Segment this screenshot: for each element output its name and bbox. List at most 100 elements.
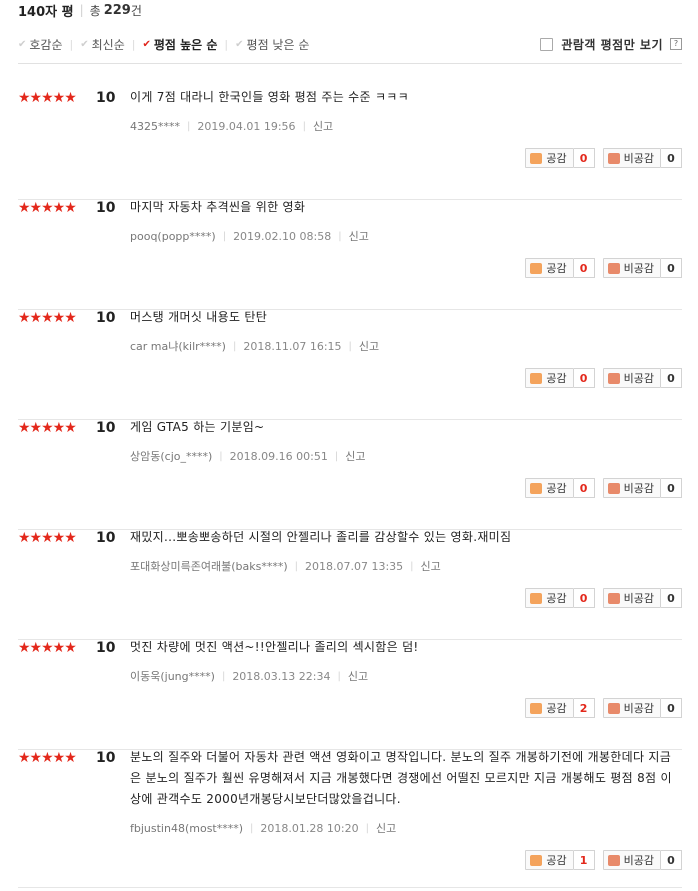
- like-label: 공감: [546, 372, 567, 385]
- thumbs-down-icon: [607, 854, 620, 866]
- sort-option-label: 호감순: [29, 37, 63, 52]
- sort-option-low-score[interactable]: ✔ 평점 낮은 순: [235, 36, 309, 53]
- dislike-button[interactable]: 비공감: [602, 368, 661, 388]
- like-button[interactable]: 공감: [525, 588, 574, 608]
- review-text: 분노의 질주와 더불어 자동차 관련 액션 영화이고 명작입니다. 분노의 질주…: [130, 750, 672, 806]
- review-panel: 140자 평 | 총 229 건 ✔ 호감순 | ✔ 최신순 | ✔ 평점 높은…: [0, 0, 698, 891]
- like-count: 2: [573, 698, 595, 718]
- like-count: 0: [573, 478, 595, 498]
- like-count: 0: [573, 258, 595, 278]
- report-link[interactable]: 신고: [376, 820, 396, 836]
- dislike-label: 비공감: [623, 854, 654, 867]
- list-top-divider: [18, 63, 682, 64]
- review-item: ★★★★★ 10 마지막 자동차 추격씬을 위한 영화 pooq(popp****) |…: [18, 200, 682, 310]
- thumbs-down-icon: [607, 702, 620, 714]
- meta-divider: |: [294, 560, 298, 572]
- meta-divider: |: [348, 340, 352, 352]
- dislike-button[interactable]: 비공감: [602, 148, 661, 168]
- meta-divider: |: [338, 230, 342, 242]
- review-score: 10: [96, 750, 116, 766]
- report-link[interactable]: 신고: [359, 338, 379, 354]
- thumbs-up-icon: [530, 152, 543, 164]
- like-button[interactable]: 공감: [525, 368, 574, 388]
- star-rating-icon: ★★★★★: [18, 530, 77, 546]
- report-link[interactable]: 신고: [349, 228, 369, 244]
- review-author[interactable]: 이동욱(jung****): [130, 668, 215, 684]
- dislike-count: 0: [661, 850, 682, 870]
- meta-divider: |: [221, 670, 226, 682]
- review-meta: 4325**** | 2019.04.01 19:56 | 신고: [130, 118, 333, 134]
- vote-controls: 공감 0 비공감 0: [525, 258, 682, 278]
- sort-divider: |: [224, 37, 229, 51]
- like-count: 0: [573, 588, 595, 608]
- review-item: ★★★★★ 10 게임 GTA5 하는 기분임~ 상암동(cjo_****) | 2018…: [18, 420, 682, 530]
- row-divider: [18, 887, 682, 888]
- meta-divider: |: [334, 450, 339, 462]
- viewer-only-checkbox[interactable]: [540, 37, 554, 51]
- vote-controls: 공감 0 비공감 0: [525, 588, 682, 608]
- meta-divider: |: [365, 822, 369, 834]
- vote-controls: 공감 2 비공감 0: [525, 698, 682, 718]
- like-label: 공감: [546, 262, 567, 275]
- like-button[interactable]: 공감: [525, 850, 574, 870]
- review-author[interactable]: pooq(popp****): [130, 230, 216, 243]
- review-item: ★★★★★ 10 멋진 차량에 멋진 액션~!!안젤리나 졸리의 섹시함은 덤! 이동…: [18, 640, 682, 750]
- sort-option-latest[interactable]: ✔ 최신순: [80, 36, 125, 53]
- star-rating-icon: ★★★★★: [18, 640, 77, 656]
- review-author[interactable]: 포대화상미륵존여래불(baks****): [130, 558, 288, 574]
- meta-divider: |: [219, 450, 223, 462]
- report-link[interactable]: 신고: [421, 558, 441, 574]
- report-link[interactable]: 신고: [313, 118, 333, 134]
- like-count: 0: [573, 368, 595, 388]
- report-link[interactable]: 신고: [348, 668, 368, 684]
- like-button[interactable]: 공감: [525, 698, 574, 718]
- vote-controls: 공감 1 비공감 0: [525, 850, 682, 870]
- review-text: 게임 GTA5 하는 기분임~: [130, 420, 265, 434]
- check-icon: ✔: [235, 38, 244, 50]
- meta-divider: |: [337, 670, 341, 682]
- sort-option-likes[interactable]: ✔ 호감순: [18, 36, 63, 53]
- dislike-count: 0: [661, 698, 682, 718]
- meta-divider: |: [302, 120, 306, 132]
- review-author[interactable]: fbjustin48(most****): [130, 822, 243, 835]
- like-button[interactable]: 공감: [525, 258, 574, 278]
- vote-controls: 공감 0 비공감 0: [525, 478, 682, 498]
- help-icon[interactable]: ?: [670, 38, 682, 50]
- report-link[interactable]: 신고: [345, 448, 365, 464]
- thumbs-up-icon: [530, 372, 543, 384]
- sort-option-high-score[interactable]: ✔ 평점 높은 순: [142, 36, 217, 53]
- total-label: 총: [89, 3, 101, 18]
- review-author[interactable]: 4325****: [130, 120, 180, 133]
- viewer-only-toggle[interactable]: 관람객 평점만 보기 ?: [540, 34, 682, 54]
- dislike-button[interactable]: 비공감: [602, 588, 661, 608]
- dislike-button[interactable]: 비공감: [602, 698, 661, 718]
- review-date: 2018.07.07 13:35: [304, 559, 404, 573]
- review-score: 10: [96, 310, 116, 326]
- like-button[interactable]: 공감: [525, 148, 574, 168]
- check-icon: ✔: [18, 38, 27, 50]
- meta-divider: |: [410, 560, 414, 572]
- review-author[interactable]: 상암동(cjo_****): [130, 448, 212, 464]
- viewer-only-label: 관람객 평점만 보기: [561, 37, 663, 52]
- sort-bar: ✔ 호감순 | ✔ 최신순 | ✔ 평점 높은 순 | ✔ 평점 낮은 순 관람…: [18, 34, 682, 54]
- thumbs-up-icon: [530, 262, 543, 274]
- dislike-button[interactable]: 비공감: [602, 258, 661, 278]
- dislike-button[interactable]: 비공감: [602, 850, 661, 870]
- dislike-label: 비공감: [623, 262, 654, 275]
- review-meta: 상암동(cjo_****) | 2018.09.16 00:51 | 신고: [130, 448, 365, 464]
- meta-divider: |: [187, 120, 191, 132]
- total-unit: 건: [130, 3, 142, 18]
- review-header: 140자 평 | 총 229 건: [18, 0, 142, 20]
- review-score: 10: [96, 90, 116, 106]
- check-icon: ✔: [80, 38, 89, 50]
- meta-divider: |: [222, 230, 227, 242]
- review-author[interactable]: car ma냐(kilr****): [130, 338, 226, 354]
- meta-divider: |: [250, 822, 254, 834]
- dislike-count: 0: [661, 368, 682, 388]
- thumbs-up-icon: [530, 854, 543, 866]
- dislike-count: 0: [661, 148, 682, 168]
- dislike-button[interactable]: 비공감: [602, 478, 661, 498]
- sort-divider: |: [131, 37, 136, 51]
- like-button[interactable]: 공감: [525, 478, 574, 498]
- review-item: ★★★★★ 10 분노의 질주와 더불어 자동차 관련 액션 영화이고 명작입니다.…: [18, 750, 682, 888]
